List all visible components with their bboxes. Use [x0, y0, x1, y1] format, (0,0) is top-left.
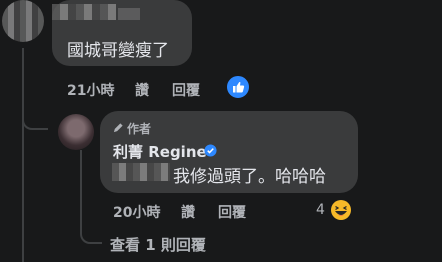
blurred-commenter-name[interactable]: [52, 4, 116, 20]
haha-icon[interactable]: [330, 199, 352, 221]
author-badge-label: 作者: [127, 122, 152, 136]
reply-author-name[interactable]: 利菁 Regine: [113, 141, 207, 162]
blurred-mention[interactable]: [112, 163, 170, 181]
reply-actions: 20小時 讚 回覆: [113, 202, 273, 222]
verified-icon: [204, 144, 217, 157]
reaction-count[interactable]: 4: [316, 202, 325, 218]
pencil-icon: [113, 122, 124, 136]
like-button[interactable]: 讚: [135, 80, 149, 100]
blurred-commenter-name-extra: [118, 8, 140, 20]
reply-reply-button[interactable]: 回覆: [218, 202, 246, 222]
like-icon[interactable]: [226, 75, 250, 99]
author-badge: 作者: [113, 120, 151, 137]
reply-text: 我修過頭了。哈哈哈: [173, 167, 326, 187]
comment-thread: 國城哥變瘦了 21小時 讚 回覆 作者 利菁 Regine 我修過頭了。哈哈哈 …: [0, 0, 442, 262]
reply-timestamp[interactable]: 20小時: [113, 202, 160, 222]
reply-thread-connector: [80, 224, 102, 244]
comment-text: 國城哥變瘦了: [67, 41, 169, 61]
view-more-replies-link[interactable]: 查看 1 則回覆: [110, 234, 206, 255]
reply-avatar[interactable]: [58, 114, 94, 150]
avatar[interactable]: [2, 0, 44, 42]
thread-line: [22, 48, 24, 262]
comment-timestamp[interactable]: 21小時: [67, 80, 114, 100]
reply-button[interactable]: 回覆: [172, 80, 200, 100]
thread-connector: [22, 110, 48, 130]
comment-actions: 21小時 讚 回覆: [67, 80, 227, 100]
reply-thread-line: [80, 150, 82, 234]
reply-like-button[interactable]: 讚: [181, 202, 195, 222]
